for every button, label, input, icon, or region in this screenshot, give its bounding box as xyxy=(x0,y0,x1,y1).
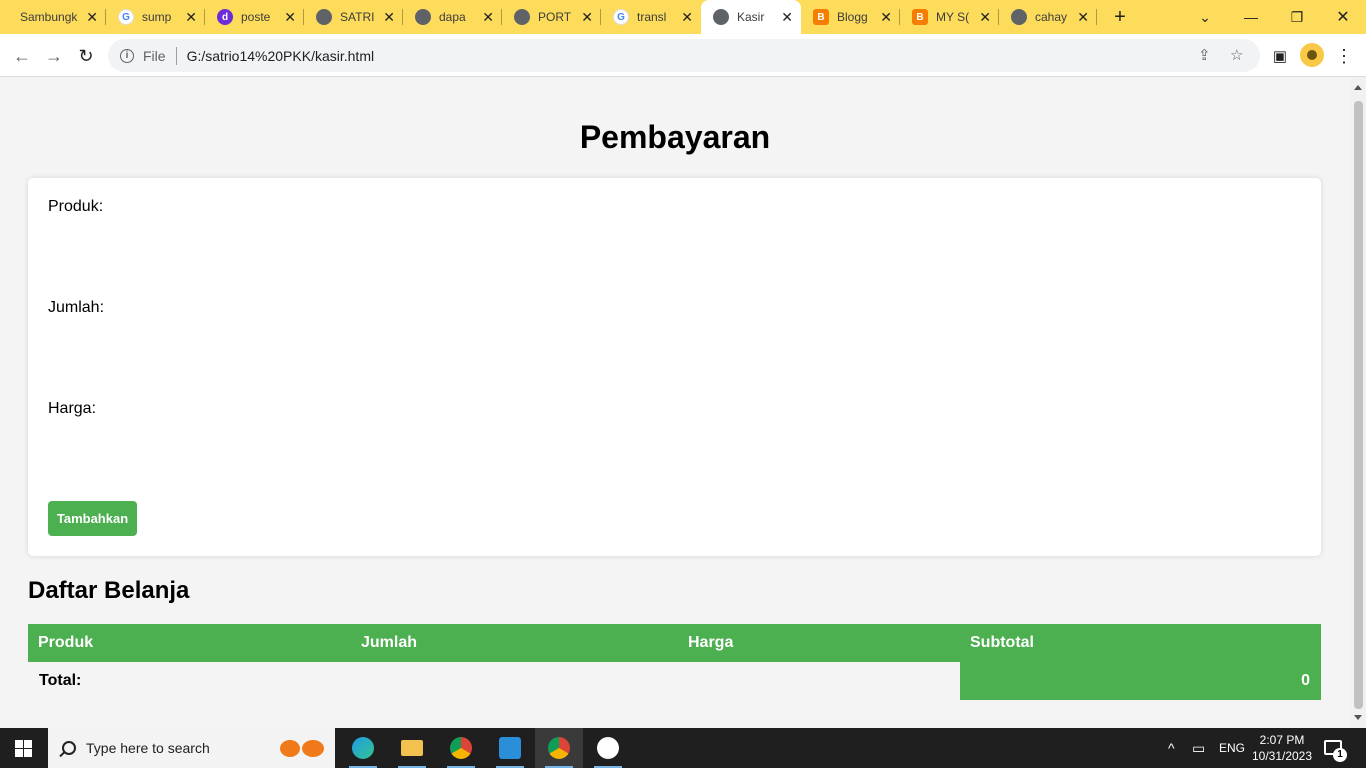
reload-icon[interactable]: ↻ xyxy=(72,42,100,70)
globe-icon xyxy=(316,9,332,25)
clock-time: 2:07 PM xyxy=(1259,733,1305,747)
tab-search-chevron-icon[interactable]: ⌄ xyxy=(1182,0,1228,34)
page-scrollbar[interactable] xyxy=(1350,77,1366,728)
taskbar-file-explorer-icon[interactable] xyxy=(388,728,436,768)
tab-10[interactable]: B MY S( ✕ xyxy=(900,0,999,34)
back-arrow-icon[interactable]: ← xyxy=(8,42,36,70)
menu-kebab-icon[interactable]: ⋮ xyxy=(1330,42,1358,70)
globe-icon xyxy=(514,9,530,25)
cart-heading: Daftar Belanja xyxy=(28,577,190,604)
product-label: Produk: xyxy=(48,198,104,215)
d-badge-icon: d xyxy=(217,9,233,25)
tab-8-active[interactable]: Kasir ✕ xyxy=(701,0,801,34)
info-icon[interactable]: i xyxy=(120,48,134,63)
globe-icon xyxy=(415,9,431,25)
tab-3[interactable]: d poste ✕ xyxy=(205,0,304,34)
price-label: Harga: xyxy=(48,400,97,417)
tab-7[interactable]: G transl ✕ xyxy=(601,0,701,34)
minimize-icon[interactable]: — xyxy=(1228,0,1274,34)
taskbar-search-box[interactable]: Type here to search xyxy=(48,728,335,768)
tab-9[interactable]: B Blogg ✕ xyxy=(801,0,900,34)
tab-close-icon[interactable]: ✕ xyxy=(581,9,593,25)
tab-close-icon[interactable]: ✕ xyxy=(1077,9,1089,25)
scroll-thumb[interactable] xyxy=(1354,101,1363,709)
url-text[interactable]: G:/satrio14%20PKK/kasir.html xyxy=(187,48,375,64)
system-clock[interactable]: 2:07 PM 10/31/2023 xyxy=(1250,732,1314,764)
tab-close-icon[interactable]: ✕ xyxy=(185,9,197,25)
clock-date: 10/31/2023 xyxy=(1251,749,1313,763)
tab-strip: Sambungk ✕ G sump ✕ d poste ✕ SATRI ✕ da… xyxy=(0,0,1366,34)
tab-close-icon[interactable]: ✕ xyxy=(86,9,98,25)
add-item-button[interactable]: Tambahkan xyxy=(48,501,137,536)
tab-close-icon[interactable]: ✕ xyxy=(781,9,793,25)
column-header-subtotal: Subtotal xyxy=(960,624,1321,662)
blogger-icon: B xyxy=(813,9,829,25)
side-panel-icon[interactable]: ▣ xyxy=(1266,42,1294,70)
taskbar-vscode-icon[interactable] xyxy=(486,728,534,768)
forward-arrow-icon[interactable]: → xyxy=(40,42,68,70)
scheme-label: File xyxy=(143,47,166,64)
tab-4[interactable]: SATRI ✕ xyxy=(304,0,403,34)
tab-1[interactable]: Sambungk ✕ xyxy=(8,0,106,34)
tab-close-icon[interactable]: ✕ xyxy=(979,9,991,25)
total-row: Total: 0 xyxy=(28,662,1321,700)
tab-close-icon[interactable]: ✕ xyxy=(880,9,892,25)
taskbar-photos-icon[interactable] xyxy=(584,728,632,768)
column-header-quantity: Jumlah xyxy=(351,624,678,662)
tab-close-icon[interactable]: ✕ xyxy=(383,9,395,25)
search-icon xyxy=(62,741,76,755)
scroll-up-arrow-icon[interactable] xyxy=(1354,85,1362,90)
tab-5[interactable]: dapa ✕ xyxy=(403,0,502,34)
tab-6[interactable]: PORT ✕ xyxy=(502,0,601,34)
blogger-icon: B xyxy=(912,9,928,25)
tab-close-icon[interactable]: ✕ xyxy=(482,9,494,25)
payment-form: Produk: Jumlah: Harga: Tambahkan xyxy=(28,178,1321,556)
globe-icon xyxy=(1011,9,1027,25)
quantity-input[interactable] xyxy=(48,325,1301,357)
google-icon: G xyxy=(613,9,629,25)
price-input[interactable] xyxy=(48,426,1301,458)
notification-badge: 1 xyxy=(1333,748,1347,762)
product-input[interactable] xyxy=(48,224,1301,256)
tab-11[interactable]: cahay ✕ xyxy=(999,0,1097,34)
taskbar-chrome-profile-icon[interactable] xyxy=(535,728,583,768)
profile-avatar-icon[interactable] xyxy=(1300,43,1324,67)
total-label: Total: xyxy=(39,672,82,689)
globe-icon xyxy=(713,9,729,25)
tab-2[interactable]: G sump ✕ xyxy=(106,0,205,34)
taskbar-chrome-icon[interactable] xyxy=(437,728,485,768)
scroll-down-arrow-icon[interactable] xyxy=(1354,715,1362,720)
address-divider xyxy=(175,46,177,65)
pumpkin-icon xyxy=(302,740,324,757)
column-header-product: Produk xyxy=(28,624,351,662)
restore-icon[interactable]: ❐ xyxy=(1274,0,1320,34)
search-placeholder: Type here to search xyxy=(86,740,210,756)
bookmark-star-icon[interactable]: ☆ xyxy=(1230,46,1243,64)
quantity-label: Jumlah: xyxy=(48,299,105,316)
page-title: Pembayaran xyxy=(579,119,771,155)
tab-close-icon[interactable]: ✕ xyxy=(681,9,693,25)
taskbar-edge-icon[interactable] xyxy=(339,728,387,768)
total-value: 0 xyxy=(960,662,1321,700)
share-icon[interactable]: ⇪ xyxy=(1198,46,1211,64)
window-close-icon[interactable]: ✕ xyxy=(1320,0,1366,34)
cart-header-row: Produk Jumlah Harga Subtotal xyxy=(28,624,1321,662)
windows-start-icon[interactable] xyxy=(15,740,32,757)
tray-chevron-up-icon[interactable]: ^ xyxy=(1168,728,1175,768)
network-icon[interactable]: ▭ xyxy=(1192,728,1205,768)
language-indicator[interactable]: ENG xyxy=(1219,728,1245,768)
browser-toolbar: ← → ↻ i File G:/satrio14%20PKK/kasir.htm… xyxy=(0,34,1366,77)
column-header-price: Harga xyxy=(678,624,960,662)
new-tab-plus-icon[interactable]: + xyxy=(1108,5,1132,29)
taskbar: Type here to search ^ ▭ ENG 2:07 PM 10/3… xyxy=(0,728,1366,768)
tab-close-icon[interactable]: ✕ xyxy=(284,9,296,25)
google-icon: G xyxy=(118,9,134,25)
page-viewport: Pembayaran Produk: Jumlah: Harga: Tambah… xyxy=(0,77,1350,728)
pumpkin-icon xyxy=(280,740,300,757)
cart-table: Produk Jumlah Harga Subtotal Total: 0 xyxy=(28,624,1321,700)
tab-separator xyxy=(1096,9,1097,25)
address-bar[interactable]: i File G:/satrio14%20PKK/kasir.html ⇪ ☆ xyxy=(108,39,1260,72)
